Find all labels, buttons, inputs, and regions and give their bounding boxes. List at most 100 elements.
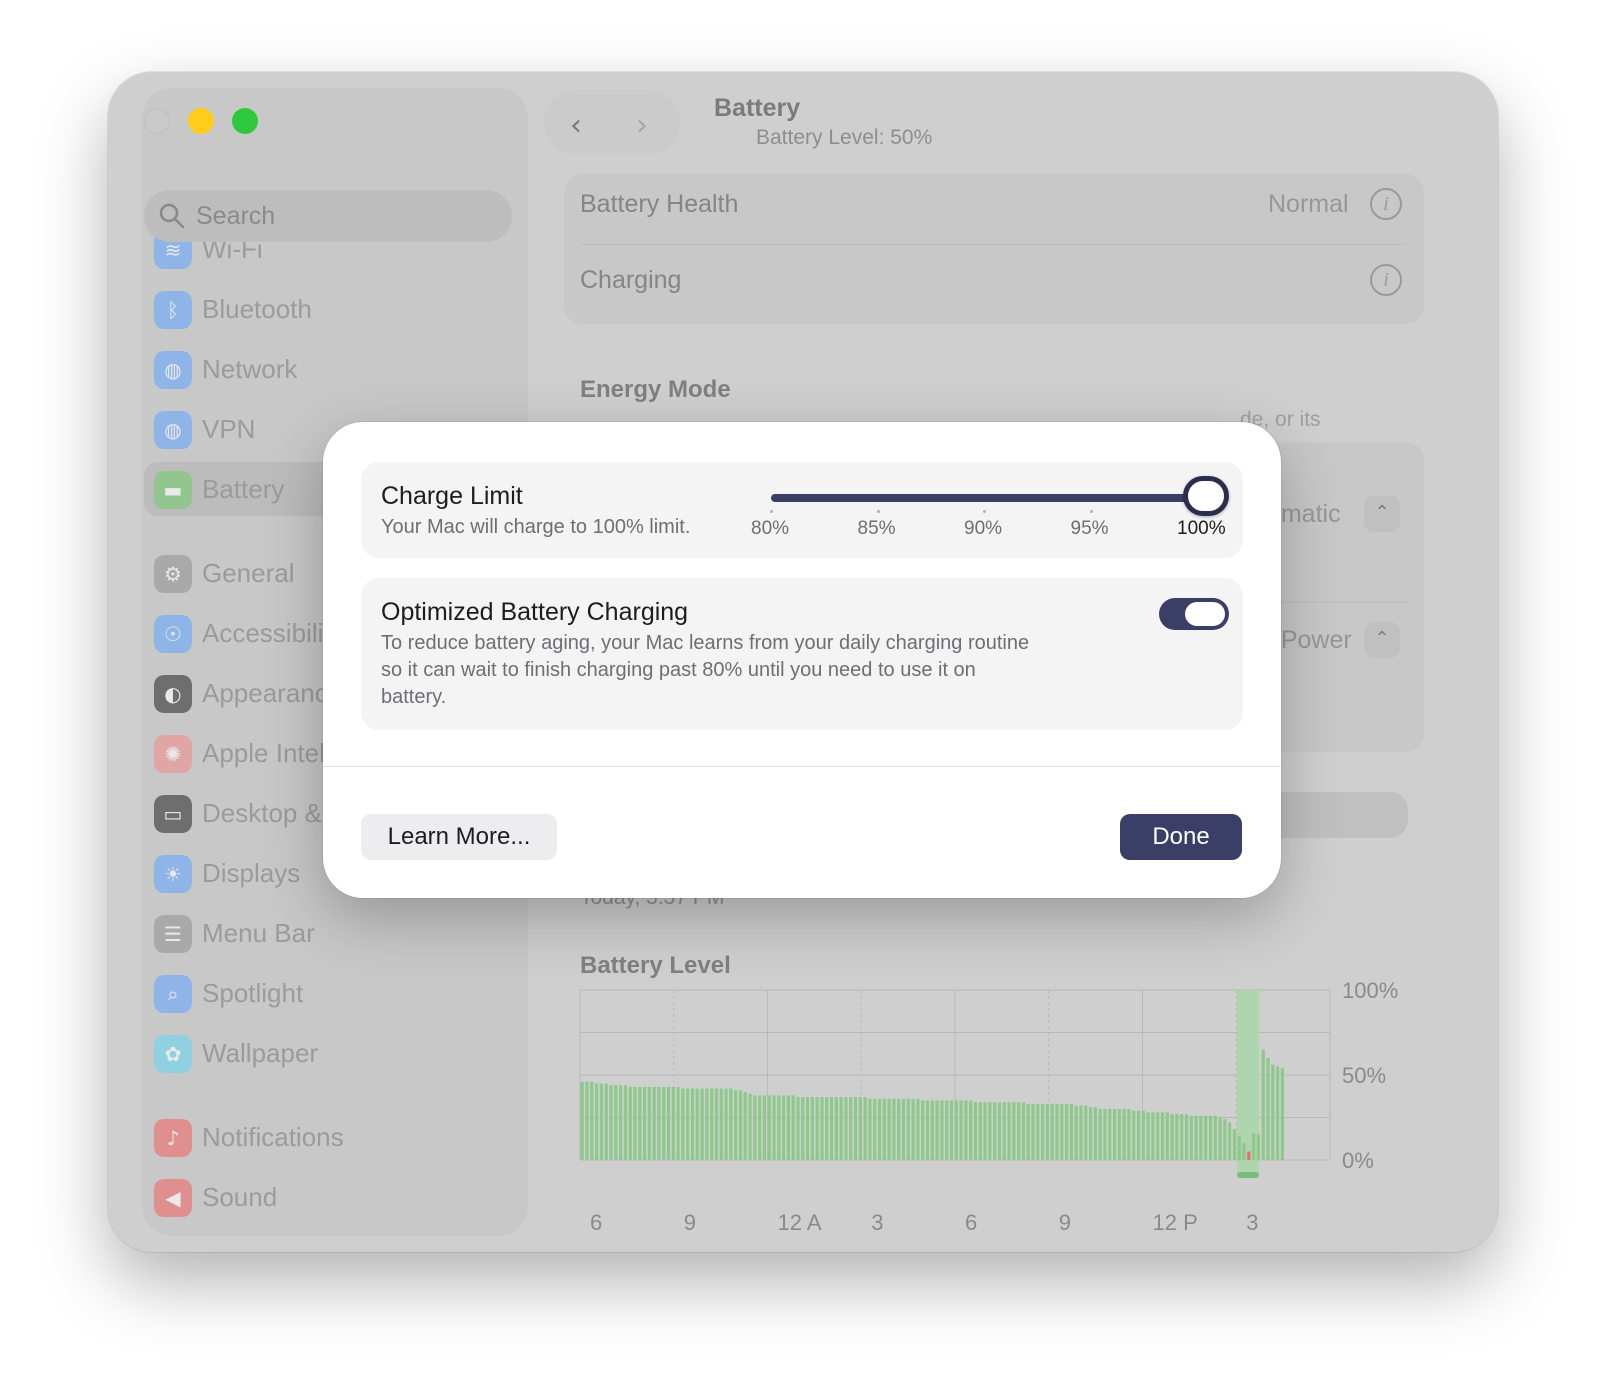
battery-bar	[1112, 1109, 1117, 1160]
spotlight-icon: ⌕	[154, 975, 192, 1013]
battery-bar	[839, 1097, 843, 1160]
sidebar-item-sound[interactable]: ◀ Sound	[144, 1170, 514, 1224]
battery-bar	[1256, 1134, 1261, 1160]
battery-bar	[988, 1102, 992, 1160]
battery-bar	[734, 1090, 738, 1160]
battery-bar	[786, 1095, 791, 1160]
battery-bar	[921, 1100, 925, 1160]
forward-chevron-icon[interactable]: ›	[636, 108, 648, 143]
battery-bar	[882, 1098, 886, 1160]
bluetooth-icon: ᛒ	[154, 291, 192, 329]
charging-indicator	[1237, 1172, 1259, 1178]
learn-more-button[interactable]: Learn More...	[361, 814, 557, 860]
page-title: Battery	[714, 94, 801, 122]
battery-bar	[1280, 1068, 1284, 1160]
sun-icon: ☀	[154, 855, 192, 893]
battery-bar	[724, 1088, 728, 1160]
updown-chevron-icon[interactable]: ⌃	[1364, 496, 1400, 532]
battery-bar	[1213, 1115, 1217, 1160]
battery-bar	[705, 1088, 709, 1160]
optimized-charging-card: Optimized Battery Charging To reduce bat…	[361, 578, 1243, 730]
maximize-window-button[interactable]	[232, 108, 258, 134]
battery-bar	[810, 1097, 814, 1160]
battery-bar	[642, 1086, 647, 1160]
battery-bar	[1127, 1109, 1131, 1160]
battery-bar	[1031, 1103, 1035, 1160]
battery-bar	[1041, 1103, 1045, 1160]
sidebar-item-bluetooth[interactable]: ᛒ Bluetooth	[144, 282, 514, 336]
search-input[interactable]: Search	[144, 190, 512, 242]
appearance-icon: ◐	[154, 675, 192, 713]
x-tick-label: 6	[590, 1210, 602, 1235]
battery-bar	[978, 1102, 982, 1160]
battery-bar	[1036, 1103, 1040, 1160]
battery-bar	[777, 1095, 781, 1160]
sidebar-item-label: Battery	[202, 474, 285, 504]
sidebar-item-network[interactable]: ◍ Network	[144, 342, 514, 396]
battery-bar	[1007, 1102, 1011, 1160]
battery-bar	[892, 1098, 896, 1160]
battery-bar	[945, 1100, 949, 1160]
battery-bar	[1055, 1103, 1059, 1160]
battery-bar	[594, 1083, 599, 1160]
battery-bar	[911, 1098, 915, 1160]
sidebar-item-spotlight[interactable]: ⌕ Spotlight	[144, 966, 514, 1020]
battery-bar	[1276, 1066, 1280, 1160]
battery-bar	[599, 1083, 603, 1160]
battery-bar	[897, 1098, 901, 1160]
x-tick-label: 6	[965, 1210, 977, 1235]
battery-bar	[1261, 1049, 1265, 1160]
charge-limit-slider-thumb[interactable]	[1183, 476, 1229, 516]
battery-bar	[887, 1098, 891, 1160]
battery-bar	[753, 1095, 757, 1160]
battery-bar	[604, 1083, 608, 1160]
charging-info-icon[interactable]: i	[1370, 264, 1402, 296]
battery-level-title: Battery Level	[580, 952, 731, 979]
sidebar-item-label: Network	[202, 354, 298, 384]
battery-health-info-icon[interactable]: i	[1370, 188, 1402, 220]
x-tick-label: 12 A	[778, 1210, 822, 1235]
battery-bar	[801, 1097, 805, 1160]
battery-bar	[993, 1102, 997, 1160]
battery-bar	[1160, 1112, 1165, 1160]
battery-bar	[796, 1097, 800, 1160]
close-window-button[interactable]	[144, 108, 170, 134]
battery-bar	[844, 1097, 848, 1160]
done-button[interactable]: Done	[1120, 814, 1242, 860]
battery-bar	[686, 1088, 690, 1160]
slider-tick-label: 80%	[751, 518, 790, 539]
sidebar-item-label: Spotlight	[202, 978, 304, 1008]
sidebar-item-notifications[interactable]: ♪ Notifications	[144, 1110, 514, 1164]
battery-bar	[662, 1086, 666, 1160]
gear-icon: ⚙	[154, 555, 192, 593]
sidebar-item-wallpaper[interactable]: ✿ Wallpaper	[144, 1026, 514, 1080]
optimized-charging-desc-line-2: so it can wait to finish charging past 8…	[381, 659, 976, 681]
sidebar-item-label: General	[202, 558, 295, 588]
back-chevron-icon[interactable]: ‹	[570, 108, 582, 143]
battery-bar	[1218, 1117, 1222, 1160]
battery-bar	[666, 1086, 671, 1160]
optimized-charging-toggle[interactable]	[1159, 598, 1229, 630]
battery-bar	[767, 1095, 771, 1160]
slider-tick-mark	[1089, 510, 1093, 513]
battery-bar	[690, 1088, 695, 1160]
battery-bar	[748, 1093, 752, 1160]
battery-bar	[1088, 1107, 1093, 1160]
sidebar-item-label: Wallpaper	[202, 1038, 319, 1068]
battery-health-value: Normal	[1268, 190, 1349, 218]
toggle-knob	[1185, 602, 1225, 626]
sidebar-item-label: Appearance	[202, 678, 343, 708]
sidebar-item-label: Menu Bar	[202, 918, 315, 948]
battery-bar	[1017, 1102, 1021, 1160]
battery-bar	[676, 1086, 680, 1160]
battery-bar	[1050, 1103, 1054, 1160]
updown-chevron-icon[interactable]: ⌃	[1364, 622, 1400, 658]
sidebar-item-menu-bar[interactable]: ☰ Menu Bar	[144, 906, 514, 960]
battery-bar	[609, 1085, 613, 1160]
optimized-charging-desc-line-1: To reduce battery aging, your Mac learns…	[381, 632, 1030, 654]
desktop-icon: ▭	[154, 795, 192, 833]
charge-limit-slider-track[interactable]	[771, 494, 1197, 502]
battery-bar	[954, 1100, 958, 1160]
minimize-window-button[interactable]	[188, 108, 214, 134]
battery-bar	[906, 1098, 910, 1160]
